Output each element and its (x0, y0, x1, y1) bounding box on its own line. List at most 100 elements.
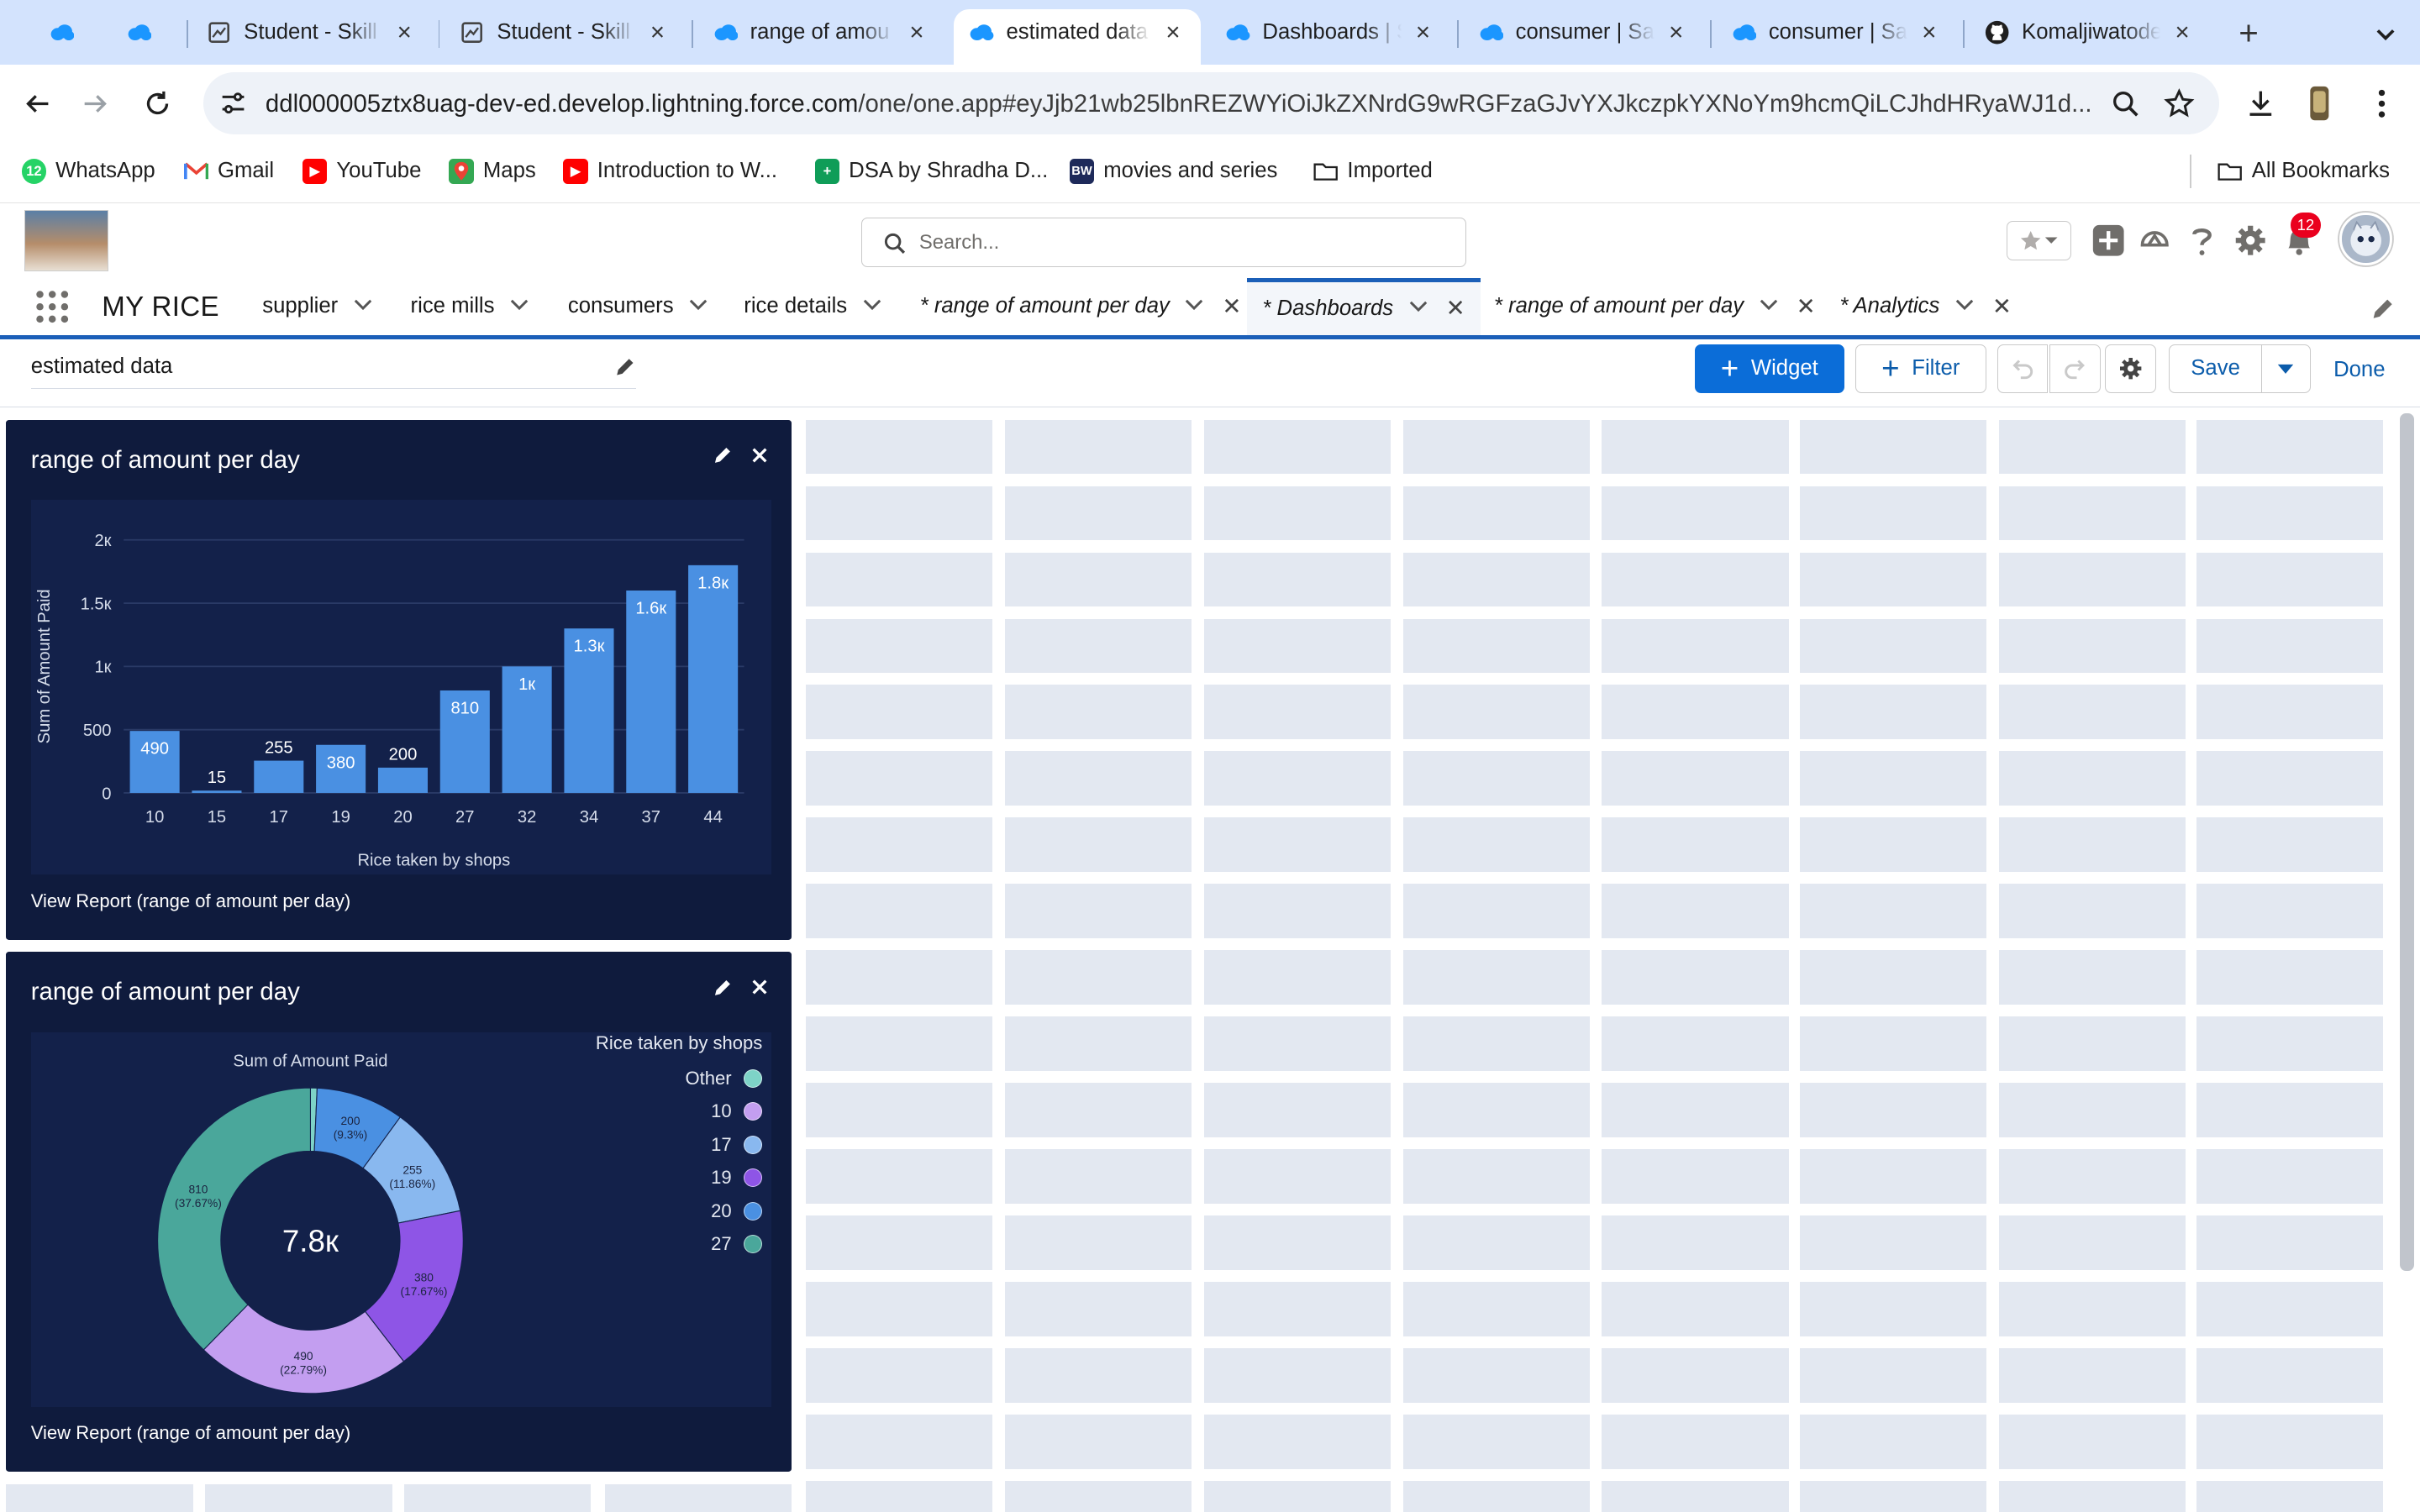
pencil-icon[interactable] (614, 356, 636, 384)
edit-widget-button[interactable] (708, 974, 736, 1001)
bar[interactable] (253, 760, 304, 794)
legend-item[interactable]: 20 (711, 1200, 763, 1222)
bookmark-introduction[interactable]: ▶ Introduction to W... (563, 159, 777, 184)
save-menu-button[interactable] (2260, 344, 2311, 394)
chevron-down-icon[interactable] (510, 297, 529, 316)
close-icon[interactable]: × (1160, 20, 1185, 45)
chevron-down-icon[interactable] (1185, 297, 1203, 316)
browser-tab-5[interactable]: range of amou × (697, 9, 944, 55)
close-icon[interactable]: × (2170, 20, 2194, 45)
nav-item-consumers[interactable]: consumers (568, 278, 708, 335)
global-actions-button[interactable] (2090, 222, 2127, 259)
downloads-button[interactable] (2241, 83, 2281, 123)
site-info-icon[interactable] (219, 91, 247, 122)
reload-button[interactable] (137, 83, 177, 123)
close-icon[interactable]: × (392, 20, 417, 45)
remove-widget-button[interactable] (745, 441, 773, 469)
global-search-input[interactable]: Search... (860, 217, 1466, 267)
setup-button[interactable] (2232, 222, 2269, 259)
trailhead-button[interactable] (2136, 222, 2173, 259)
bookmark-imported[interactable]: Imported (1313, 159, 1433, 183)
back-button[interactable] (17, 83, 57, 123)
close-icon[interactable]: ✕ (1446, 295, 1465, 322)
bar[interactable] (625, 591, 676, 794)
bar[interactable] (687, 564, 738, 794)
nav-item-rice-details[interactable]: rice details (744, 278, 881, 335)
bookmark-whatsapp[interactable]: 12 WhatsApp (21, 159, 155, 184)
app-launcher-button[interactable] (35, 290, 69, 330)
browser-menu-button[interactable] (2361, 83, 2402, 123)
bar[interactable] (377, 767, 428, 794)
view-report-link[interactable]: View Report (range of amount per day) (31, 890, 350, 912)
close-icon[interactable]: × (904, 20, 929, 45)
browser-tab-9[interactable]: consumer | Sa × (1716, 9, 1957, 55)
all-bookmarks[interactable]: All Bookmarks (2217, 159, 2390, 183)
user-avatar[interactable] (2339, 213, 2392, 265)
add-widget-button[interactable]: + Widget (1694, 344, 1844, 394)
tab-search-button[interactable] (2367, 15, 2404, 52)
edit-widget-button[interactable] (708, 441, 736, 469)
redo-button[interactable] (2049, 344, 2101, 394)
browser-tab-8[interactable]: consumer | Sa × (1463, 9, 1704, 55)
address-bar[interactable]: ddl000005ztx8uag-dev-ed.develop.lightnin… (203, 72, 2220, 134)
chevron-down-icon[interactable] (1760, 297, 1778, 316)
dashboard-name-field[interactable]: estimated data (30, 354, 636, 389)
legend-item[interactable]: 17 (711, 1134, 763, 1156)
close-icon[interactable]: × (1917, 20, 1941, 45)
notifications-button[interactable]: 12 (2281, 213, 2322, 259)
help-button[interactable] (2184, 222, 2221, 259)
edit-nav-button[interactable] (2370, 297, 2395, 328)
nav-tab-range-of-amount-2[interactable]: * range of amount per day ✕ (1494, 278, 1816, 335)
zoom-icon[interactable] (2112, 90, 2139, 124)
bookmark-maps[interactable]: Maps (449, 159, 536, 184)
chevron-down-icon[interactable] (689, 297, 708, 316)
nav-tab-dashboards[interactable]: * Dashboards ✕ (1247, 277, 1481, 335)
save-button[interactable]: Save (2168, 344, 2263, 394)
profile-avatar[interactable] (2300, 83, 2340, 123)
org-logo[interactable] (24, 209, 108, 272)
new-tab-button[interactable]: + (2228, 13, 2269, 55)
nav-tab-analytics[interactable]: * Analytics ✕ (1839, 278, 2012, 335)
chevron-down-icon[interactable] (863, 297, 881, 316)
bookmark-star-icon[interactable] (2164, 87, 2195, 126)
remove-widget-button[interactable] (745, 974, 773, 1001)
view-report-link[interactable]: View Report (range of amount per day) (31, 1422, 350, 1444)
legend-item[interactable]: 10 (711, 1100, 763, 1122)
close-icon[interactable]: ✕ (1992, 293, 2012, 320)
bar[interactable] (192, 790, 242, 794)
close-icon[interactable]: × (645, 20, 670, 45)
nav-tab-range-of-amount-1[interactable]: * range of amount per day ✕ (920, 278, 1242, 335)
chevron-down-icon[interactable] (354, 297, 372, 316)
browser-tab-10[interactable]: Komaljiwatode × (1970, 9, 2211, 55)
browser-tab-4[interactable]: Student - Skill × (445, 9, 686, 55)
legend-item[interactable]: 27 (711, 1233, 763, 1255)
bookmark-dsa[interactable]: + DSA by Shradha D... (814, 159, 1048, 184)
chevron-down-icon[interactable] (1955, 297, 1974, 316)
close-icon[interactable]: × (1411, 20, 1435, 45)
browser-tab-7[interactable]: Dashboards | Sa × (1210, 9, 1451, 55)
legend-item[interactable]: 19 (711, 1167, 763, 1189)
undo-button[interactable] (1996, 344, 2049, 394)
favorites-button[interactable] (2006, 220, 2071, 261)
browser-tab-pinned-2[interactable] (111, 9, 182, 55)
chart-widget-bar[interactable]: range of amount per day 0 500 1к 1.5к 2к 490 1… (6, 419, 792, 940)
close-icon[interactable]: × (1664, 20, 1688, 45)
properties-button[interactable] (2105, 344, 2156, 394)
close-icon[interactable]: ✕ (1797, 293, 1816, 320)
browser-tab-pinned-1[interactable] (34, 9, 104, 55)
browser-tab-active[interactable]: estimated data × (954, 9, 1201, 66)
bookmark-movies[interactable]: BW movies and series (1069, 159, 1277, 184)
legend-item[interactable]: Other (685, 1068, 763, 1089)
forward-button[interactable] (76, 83, 116, 123)
close-icon[interactable]: ✕ (1222, 293, 1241, 320)
bookmark-youtube[interactable]: ▶ YouTube (302, 159, 421, 184)
chevron-down-icon[interactable] (1409, 299, 1428, 318)
canvas-scrollbar[interactable] (2400, 413, 2414, 1272)
browser-tab-3[interactable]: Student - Skill × (192, 9, 433, 55)
bookmark-gmail[interactable]: Gmail (183, 159, 274, 183)
add-filter-button[interactable]: + Filter (1854, 344, 1986, 394)
done-button[interactable]: Done (2333, 358, 2385, 382)
chart-widget-donut[interactable]: range of amount per day Sum of Amount Pa… (6, 952, 792, 1473)
donut-slice[interactable] (156, 1087, 311, 1351)
nav-item-supplier[interactable]: supplier (262, 278, 371, 335)
